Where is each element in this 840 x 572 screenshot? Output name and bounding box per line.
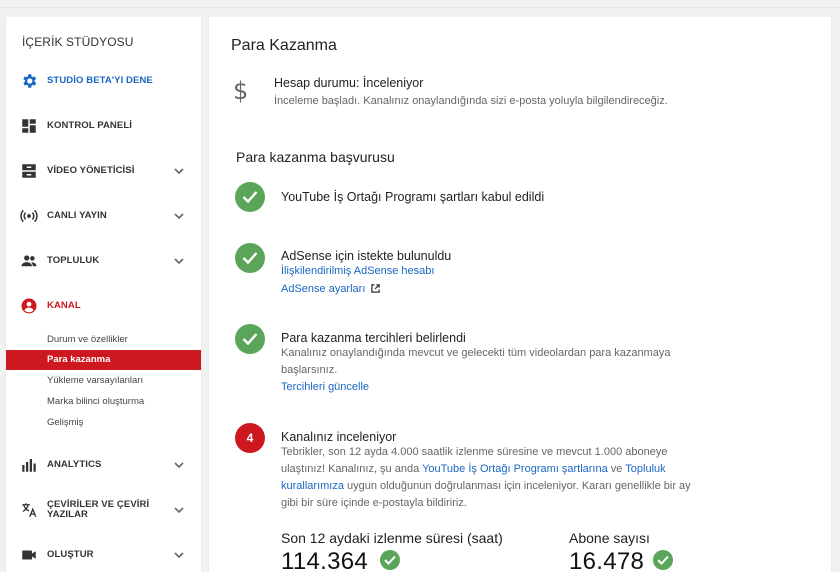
watch-time-value: 114.364 xyxy=(281,548,369,572)
review-text-part: ve xyxy=(607,463,626,475)
step-number-badge: 4 xyxy=(235,423,265,453)
chevron-down-icon[interactable] xyxy=(174,211,184,221)
sidebar-subitem-advanced[interactable]: Gelişmiş xyxy=(6,413,201,433)
watch-time-label: Son 12 aydaki izlenme süresi (saat) xyxy=(281,530,503,546)
community-icon xyxy=(21,255,37,267)
dashboard-icon xyxy=(22,119,36,133)
dollar-icon: $ xyxy=(233,77,249,105)
sidebar-item-video-manager[interactable]: VİDEO YÖNETİCİSİ xyxy=(6,158,201,184)
sidebar-subitem-label: Marka bilinci oluşturma xyxy=(47,396,145,407)
check-icon xyxy=(235,182,265,212)
sidebar-subitem-label: Yükleme varsayılanları xyxy=(47,375,144,386)
sidebar-item-label: ÇEVİRİLER VE ÇEVİRİ YAZILAR xyxy=(47,499,150,520)
sidebar-item-label: CANLI YAYIN xyxy=(47,210,107,221)
linked-adsense-account-link[interactable]: İlişkilendirilmiş AdSense hesabı xyxy=(281,265,434,277)
partner-program-terms-link[interactable]: YouTube İş Ortağı Programı şartlarına xyxy=(422,463,608,475)
create-video-icon xyxy=(22,550,36,560)
sidebar: İÇERİK STÜDYOSU STUDİO BETA'YI DENE KONT… xyxy=(6,17,201,572)
sidebar-item-label: TOPLULUK xyxy=(47,255,100,266)
chevron-down-icon[interactable] xyxy=(174,550,184,560)
channel-icon xyxy=(21,298,37,314)
subscriber-count-value: 16.478 xyxy=(569,548,645,572)
sidebar-title: İÇERİK STÜDYOSU xyxy=(22,35,134,49)
check-icon xyxy=(235,324,265,354)
sidebar-item-label: OLUŞTUR xyxy=(47,549,94,560)
sidebar-subitem-label: Para kazanma xyxy=(47,354,111,365)
top-strip xyxy=(0,0,840,8)
chevron-down-icon[interactable] xyxy=(174,256,184,266)
page-title: Para Kazanma xyxy=(231,37,337,54)
sidebar-item-label: KANAL xyxy=(47,300,81,311)
sidebar-item-live[interactable]: CANLI YAYIN xyxy=(6,203,201,229)
sidebar-item-dashboard[interactable]: KONTROL PANELİ xyxy=(6,113,201,139)
video-manager-icon xyxy=(22,164,36,178)
step-adsense-title: AdSense için istekte bulunuldu xyxy=(281,249,452,263)
sidebar-item-label: KONTROL PANELİ xyxy=(47,120,132,131)
step-preferences-title: Para kazanma tercihleri belirlendi xyxy=(281,331,466,345)
subscriber-count-label: Abone sayısı xyxy=(569,530,650,546)
live-broadcast-icon xyxy=(20,209,38,223)
step-terms-title: YouTube İş Ortağı Programı şartları kabu… xyxy=(281,190,545,204)
sidebar-item-create[interactable]: OLUŞTUR xyxy=(6,542,201,568)
sidebar-subitem-branding[interactable]: Marka bilinci oluşturma xyxy=(6,392,201,412)
step-review-text: Tebrikler, son 12 ayda 4.000 saatlik izl… xyxy=(281,444,706,512)
sidebar-item-translations[interactable]: ÇEVİRİLER VE ÇEVİRİ YAZILAR xyxy=(6,497,201,523)
check-icon xyxy=(653,550,673,570)
adsense-settings-link[interactable]: AdSense ayarları xyxy=(281,283,381,295)
analytics-icon xyxy=(22,459,36,472)
sidebar-subitem-upload-defaults[interactable]: Yükleme varsayılanları xyxy=(6,371,201,391)
sidebar-subitem-status[interactable]: Durum ve özellikler xyxy=(6,330,201,350)
sidebar-item-channel[interactable]: KANAL xyxy=(6,293,201,319)
adsense-settings-label: AdSense ayarları xyxy=(281,283,366,295)
account-status-description: İnceleme başladı. Kanalınız onaylandığın… xyxy=(274,95,668,107)
gear-icon xyxy=(23,74,37,88)
sidebar-item-studio-beta[interactable]: STUDİO BETA'YI DENE xyxy=(6,68,201,94)
step-review-title: Kanalınız inceleniyor xyxy=(281,430,397,444)
section-title: Para kazanma başvurusu xyxy=(236,149,395,165)
check-icon xyxy=(235,243,265,273)
sidebar-subitem-label: Durum ve özellikler xyxy=(47,334,128,345)
translate-icon xyxy=(22,503,37,518)
account-status-title: Hesap durumu: İnceleniyor xyxy=(274,76,424,90)
sidebar-item-community[interactable]: TOPLULUK xyxy=(6,248,201,274)
sidebar-item-label: VİDEO YÖNETİCİSİ xyxy=(47,165,135,176)
sidebar-item-label: STUDİO BETA'YI DENE xyxy=(47,75,153,86)
sidebar-item-analytics[interactable]: ANALYTICS xyxy=(6,452,201,478)
chevron-down-icon[interactable] xyxy=(174,505,184,515)
chevron-down-icon[interactable] xyxy=(174,460,184,470)
chevron-down-icon[interactable] xyxy=(174,166,184,176)
main-panel: Para Kazanma $ Hesap durumu: İnceleniyor… xyxy=(209,17,831,572)
step-preferences-text: Kanalınız onaylandığında mevcut ve gelec… xyxy=(281,347,671,376)
sidebar-item-label: ANALYTICS xyxy=(47,459,102,470)
external-link-icon xyxy=(371,284,381,293)
check-icon xyxy=(380,550,400,570)
sidebar-subitem-monetization[interactable]: Para kazanma xyxy=(6,350,201,370)
sidebar-subitem-label: Gelişmiş xyxy=(47,417,84,428)
update-preferences-link[interactable]: Tercihleri güncelle xyxy=(281,381,369,393)
